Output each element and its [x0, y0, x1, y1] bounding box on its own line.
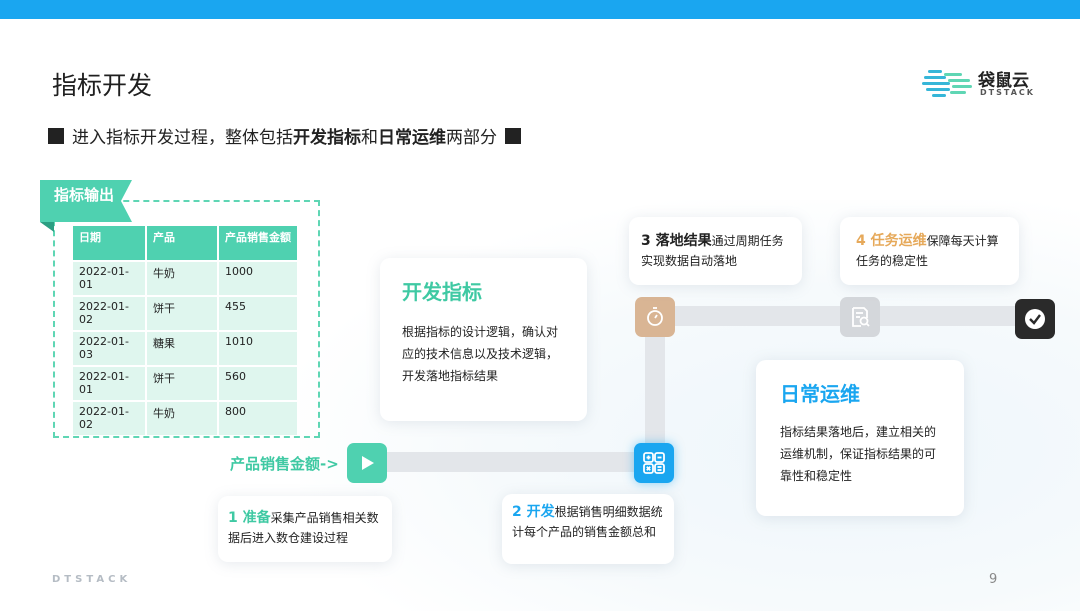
- table-cell: 560: [219, 367, 297, 400]
- flow-track: [385, 452, 640, 472]
- flow-track: [645, 325, 665, 450]
- play-icon: [347, 443, 387, 483]
- step-2-label: 2 开发: [512, 504, 555, 520]
- timer-icon: [635, 297, 675, 337]
- step-card-2: 2 开发根据销售明细数据统计每个产品的销售金额总和: [502, 494, 674, 564]
- logo-sub: DTSTACK: [980, 88, 1035, 97]
- table-row: 2022-01-02 饼干 455: [73, 297, 297, 330]
- footer-brand: DTSTACK: [52, 574, 132, 585]
- table-cell: 饼干: [147, 297, 217, 330]
- dev-card-body: 根据指标的设计逻辑，确认对应的技术信息以及技术逻辑，开发落地指标结果: [402, 325, 559, 383]
- table-header: 产品: [147, 226, 217, 260]
- ops-card-title: 日常运维: [780, 382, 860, 406]
- table-cell: 800: [219, 402, 297, 435]
- top-bar: [0, 0, 1080, 19]
- start-label: 产品销售金额->: [230, 455, 339, 473]
- subtitle: 进入指标开发过程，整体包括开发指标和日常运维两部分: [48, 123, 521, 148]
- page-number: 9: [989, 572, 998, 587]
- table-cell: 2022-01-01: [73, 367, 145, 400]
- table-cell: 2022-01-02: [73, 402, 145, 435]
- check-icon: [1015, 299, 1055, 339]
- table-cell: 糖果: [147, 332, 217, 365]
- table-cell: 455: [219, 297, 297, 330]
- table-cell: 2022-01-01: [73, 262, 145, 295]
- subtitle-bold-2: 日常运维: [378, 128, 446, 148]
- table-cell: 饼干: [147, 367, 217, 400]
- table-cell: 2022-01-03: [73, 332, 145, 365]
- table-header: 日期: [73, 226, 145, 260]
- table-cell: 1000: [219, 262, 297, 295]
- bullet-square: [505, 127, 521, 144]
- search-doc-icon: [840, 297, 880, 337]
- step-card-3: 3 落地结果通过周期任务实现数据自动落地: [629, 217, 802, 285]
- table-row: 2022-01-01 饼干 560: [73, 367, 297, 400]
- table-cell: 牛奶: [147, 262, 217, 295]
- table-header: 产品销售金额: [219, 226, 297, 260]
- calculator-icon: [634, 443, 674, 483]
- step-3-label: 3 落地结果: [641, 233, 712, 249]
- dev-card-title: 开发指标: [402, 280, 482, 304]
- table-row: 2022-01-03 糖果 1010: [73, 332, 297, 365]
- step-card-1: 1 准备采集产品销售相关数据后进入数仓建设过程: [218, 496, 392, 562]
- step-1-label: 1 准备: [228, 510, 271, 526]
- ops-card-body: 指标结果落地后，建立相关的运维机制，保证指标结果的可靠性和稳定性: [780, 425, 937, 483]
- dev-indicator-card: 开发指标 根据指标的设计逻辑，确认对应的技术信息以及技术逻辑，开发落地指标结果: [380, 258, 587, 421]
- page-title: 指标开发: [52, 71, 153, 100]
- subtitle-pre: 进入指标开发过程，整体包括: [72, 128, 293, 148]
- table-cell: 2022-01-02: [73, 297, 145, 330]
- bullet-square: [48, 127, 64, 144]
- tag-fold: [40, 222, 54, 232]
- table-cell: 1010: [219, 332, 297, 365]
- table-row: 2022-01-01 牛奶 1000: [73, 262, 297, 295]
- subtitle-mid: 和: [361, 128, 378, 148]
- subtitle-bold-1: 开发指标: [293, 128, 361, 148]
- output-table: 日期 产品 产品销售金额 2022-01-01 牛奶 1000 2022-01-…: [71, 224, 299, 437]
- ops-card: 日常运维 指标结果落地后，建立相关的运维机制，保证指标结果的可靠性和稳定性: [756, 360, 964, 516]
- table-cell: 牛奶: [147, 402, 217, 435]
- output-tag: 指标输出: [40, 180, 132, 222]
- table-row: 2022-01-02 牛奶 800: [73, 402, 297, 435]
- step-card-4: 4 任务运维保障每天计算任务的稳定性: [840, 217, 1019, 285]
- step-4-label: 4 任务运维: [856, 233, 927, 249]
- subtitle-post: 两部分: [446, 128, 497, 148]
